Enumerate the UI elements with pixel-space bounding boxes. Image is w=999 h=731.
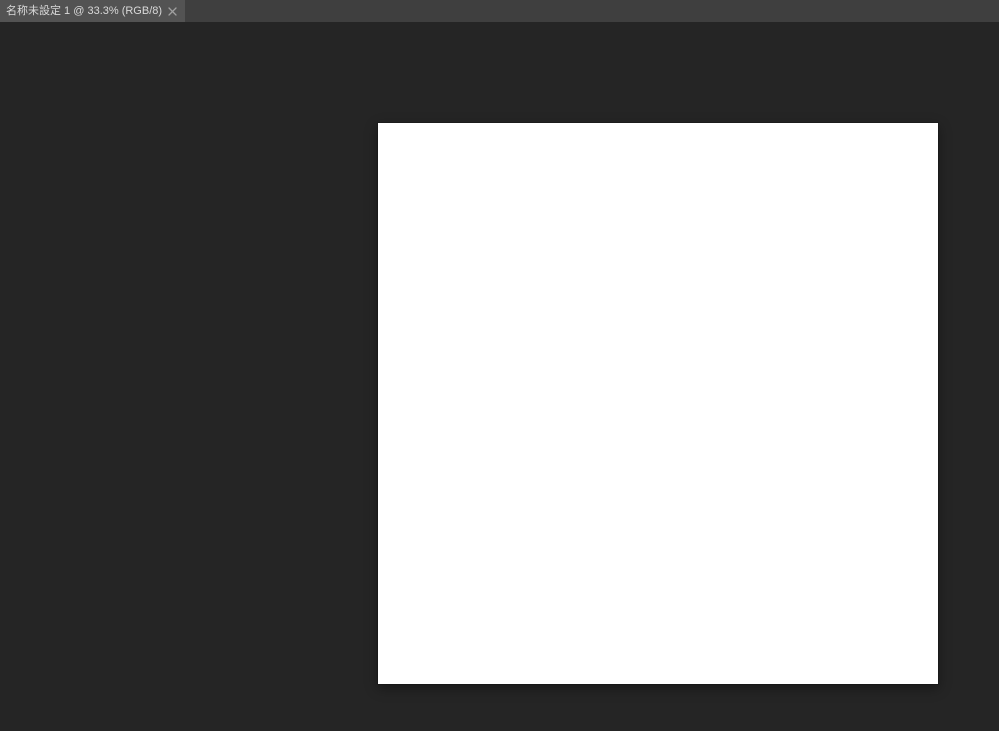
document-tab[interactable]: 名称未設定 1 @ 33.3% (RGB/8): [0, 0, 185, 22]
close-icon[interactable]: [168, 7, 177, 16]
document-tab-bar: 名称未設定 1 @ 33.3% (RGB/8): [0, 0, 999, 22]
canvas[interactable]: [378, 123, 938, 684]
workspace-area[interactable]: [0, 22, 999, 731]
document-tab-label: 名称未設定 1 @ 33.3% (RGB/8): [6, 0, 162, 22]
